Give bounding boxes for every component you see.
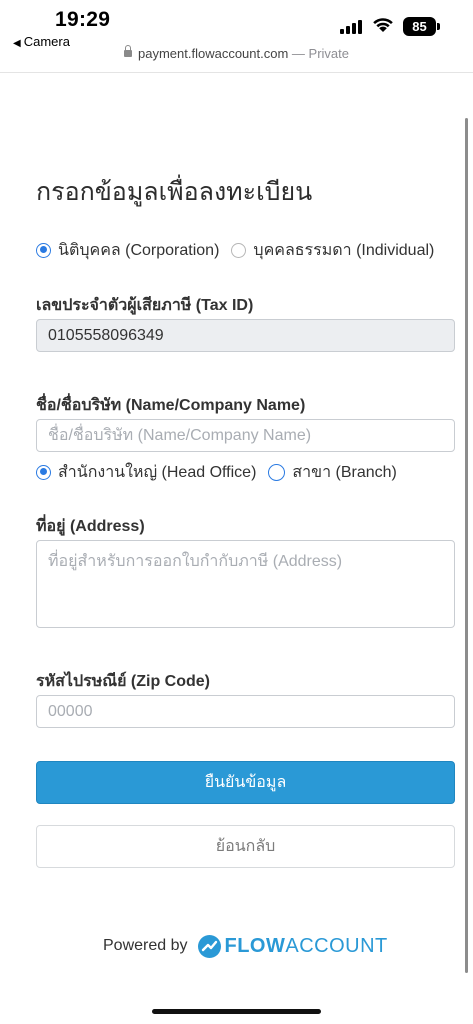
cellular-signal-icon (340, 18, 364, 34)
url-text: payment.flowaccount.com (138, 46, 289, 61)
powered-by: Powered by FLOWACCOUNT (103, 932, 388, 960)
divider (0, 72, 473, 73)
head-office-radio[interactable] (36, 464, 51, 480)
flowaccount-logo-icon (197, 934, 221, 958)
battery-icon: 85 (403, 17, 436, 36)
tax-id-field[interactable] (36, 319, 455, 352)
status-bar: 19:29 ◀ Camera 85 (0, 0, 473, 50)
head-office-label: สำนักงานใหญ่ (Head Office) (58, 463, 257, 481)
url-bar[interactable]: payment.flowaccount.com — Private (0, 45, 473, 66)
home-indicator[interactable] (152, 1009, 321, 1014)
zip-label: รหัสไปรษณีย์ (Zip Code) (36, 673, 211, 690)
wifi-icon (373, 18, 393, 32)
name-field[interactable] (36, 419, 455, 452)
address-field[interactable] (36, 540, 455, 628)
zip-field[interactable] (36, 695, 455, 728)
battery-tip (437, 23, 440, 30)
powered-by-text: Powered by (103, 937, 188, 954)
page-title: กรอกข้อมูลเพื่อลงทะเบียน (36, 178, 313, 206)
individual-radio-option[interactable]: บุคคลธรรมดา (Individual) (231, 238, 434, 263)
brand-account: ACCOUNT (285, 934, 388, 957)
head-office-radio-option[interactable]: สำนักงานใหญ่ (Head Office) (36, 460, 256, 485)
individual-label: บุคคลธรรมดา (Individual) (253, 241, 435, 259)
corporation-radio[interactable] (36, 242, 51, 258)
confirm-button[interactable]: ยืนยันข้อมูล (36, 761, 455, 804)
private-label: — Private (291, 46, 349, 61)
branch-label: สาขา (Branch) (292, 463, 397, 481)
back-button[interactable]: ย้อนกลับ (36, 825, 455, 868)
entity-type-radio-group: นิติบุคคล (Corporation) บุคคลธรรมดา (Ind… (36, 239, 446, 261)
branch-radio-option[interactable]: สาขา (Branch) (268, 460, 397, 485)
branch-radio[interactable] (268, 463, 286, 481)
name-label: ชื่อ/ชื่อบริษัท (Name/Company Name) (36, 397, 306, 414)
scrollbar[interactable] (465, 118, 468, 973)
status-time: 19:29 (55, 8, 111, 31)
tax-id-label: เลขประจำตัวผู้เสียภาษี (Tax ID) (36, 297, 254, 314)
lock-icon (124, 45, 132, 57)
corporation-label: นิติบุคคล (Corporation) (58, 241, 220, 259)
address-label: ที่อยู่ (Address) (36, 518, 145, 535)
flowaccount-wordmark: FLOWACCOUNT (225, 935, 388, 958)
individual-radio[interactable] (231, 242, 247, 258)
office-type-radio-group: สำนักงานใหญ่ (Head Office) สาขา (Branch) (36, 461, 409, 483)
brand-flow: FLOW (224, 934, 286, 957)
corporation-radio-option[interactable]: นิติบุคคล (Corporation) (36, 238, 219, 263)
